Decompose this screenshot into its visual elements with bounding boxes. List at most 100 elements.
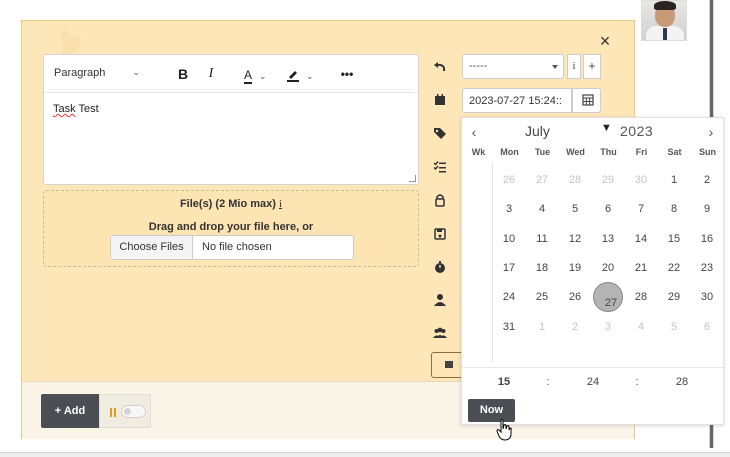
calendar-day[interactable]: 8 [659,194,689,224]
rich-text-editor[interactable]: Paragraph ⌄ B I A ⌄ ⌄ ••• Task Test [43,54,419,185]
resize-handle[interactable] [409,175,416,182]
weekday-label: Wk [471,147,486,157]
calendar-day[interactable]: 2 [692,165,722,195]
chevron-down-icon[interactable]: ▼ [601,122,612,134]
editor-content-rest: Test [75,103,99,115]
calendar-day[interactable]: 4 [626,312,656,342]
editor-content-first-word: Task [53,103,76,115]
calendar-day[interactable]: 18 [527,253,557,283]
user-icon[interactable] [433,293,447,307]
datetime-picker: ‹ July ▼ 2023 › Wk Mon Tue Wed Thu Fri Sat Sun … [461,117,725,425]
calendar-day[interactable]: 2 [560,312,590,342]
chevron-down-icon: ⌄ [306,71,314,81]
file-input[interactable]: Choose Files No file chosen [110,235,354,260]
week-number-divider [492,162,493,362]
calendar-day[interactable]: 14 [626,224,656,254]
calendar-day[interactable]: 20 [593,253,623,283]
dropzone-title: File(s) (2 Mio max) i [179,198,283,210]
next-month-button[interactable]: › [703,124,719,140]
weekday-label: Sat [667,147,682,157]
second-input[interactable]: 28 [667,376,697,388]
calendar-day[interactable]: 7 [626,194,656,224]
calendar-day[interactable]: 12 [560,224,590,254]
pause-icon[interactable] [110,408,116,417]
calendar-day[interactable]: 22 [659,253,689,283]
italic-button[interactable]: I [202,64,220,84]
calendar-day[interactable]: 30 [626,165,656,195]
users-icon[interactable] [433,326,447,340]
calendar-day[interactable]: 10 [494,224,524,254]
calendar-day[interactable]: 28 [626,282,656,312]
calendar-day[interactable]: 25 [527,282,557,312]
avatar[interactable] [641,0,687,41]
calendar-day[interactable]: 5 [659,312,689,342]
calendar-icon[interactable] [433,93,447,107]
highlight-button[interactable]: ⌄ [286,64,318,84]
calendar-day[interactable]: 17 [494,253,524,283]
file-dropzone[interactable]: File(s) (2 Mio max) i Drag and drop your… [43,190,419,267]
lock-icon[interactable] [433,193,447,207]
weekday-label: Wed [566,147,585,157]
hour-input[interactable]: 15 [489,376,519,388]
weekday-label: Tue [534,147,551,157]
calendar-toggle-button[interactable] [572,88,601,113]
block-style-dropdown[interactable]: Paragraph ⌄ [50,63,142,85]
add-button[interactable]: + Add [41,394,99,428]
info-icon[interactable]: i [279,198,282,210]
year-input[interactable]: 2023 [620,123,653,139]
calendar-day[interactable]: 26 [560,282,590,312]
info-button[interactable]: i [567,54,581,79]
undo-icon[interactable] [433,59,447,73]
category-select[interactable]: ----- [462,54,564,79]
choose-files-button[interactable]: Choose Files [111,236,193,259]
hand-cursor-icon [496,419,512,441]
block-style-value: Paragraph [54,67,106,79]
close-button[interactable]: × [597,32,613,50]
weekday-label: Sun [699,147,716,157]
calendar-day[interactable]: 30 [692,282,722,312]
font-color-button[interactable]: A ⌄ [244,64,274,84]
calendar-day[interactable]: 6 [692,312,722,342]
minute-input[interactable]: 24 [578,376,608,388]
calendar-day[interactable]: 4 [527,194,557,224]
selected-day[interactable]: 27 [593,282,623,313]
dropzone-subtitle: Drag and drop your file here, or [148,221,314,233]
calendar-day[interactable]: 19 [560,253,590,283]
month-select[interactable]: July [525,123,550,139]
stopwatch-icon[interactable] [433,260,447,274]
calendar-day[interactable]: 26 [494,165,524,195]
toggle-switch[interactable] [121,405,146,418]
tag-icon[interactable] [433,126,447,140]
previous-month-button[interactable]: ‹ [466,124,482,140]
bold-button[interactable]: B [174,64,192,84]
calendar-day[interactable]: 29 [659,282,689,312]
more-options-button[interactable]: ••• [339,64,355,84]
calendar-day[interactable]: 28 [560,165,590,195]
calendar-day[interactable]: 23 [692,253,722,283]
calendar-day[interactable]: 24 [494,282,524,312]
chevron-down-icon: ⌄ [132,67,140,77]
calendar-day[interactable]: 15 [659,224,689,254]
calendar-day[interactable]: 27 [527,165,557,195]
checklist-icon[interactable] [433,160,447,174]
calendar-day[interactable]: 1 [659,165,689,195]
time-separator: : [546,376,550,388]
calendar-day[interactable]: 9 [692,194,722,224]
font-color-icon: A [244,68,253,84]
calendar-day[interactable]: 1 [527,312,557,342]
calendar-day[interactable]: 3 [494,194,524,224]
add-category-button[interactable]: + [583,54,601,79]
calendar-day[interactable]: 11 [527,224,557,254]
time-separator: : [635,376,639,388]
calendar-day[interactable]: 16 [692,224,722,254]
datetime-input[interactable]: 2023-07-27 15:24:: [462,88,572,113]
calendar-day[interactable]: 31 [494,312,524,342]
calendar-day[interactable]: 5 [560,194,590,224]
save-icon[interactable] [433,227,447,241]
calendar-day[interactable]: 29 [593,165,623,195]
calendar-day[interactable]: 3 [593,312,623,342]
calendar-day[interactable]: 13 [593,224,623,254]
calendar-day[interactable]: 21 [626,253,656,283]
calendar-day[interactable]: 6 [593,194,623,224]
editor-content[interactable]: Task Test [53,103,99,115]
